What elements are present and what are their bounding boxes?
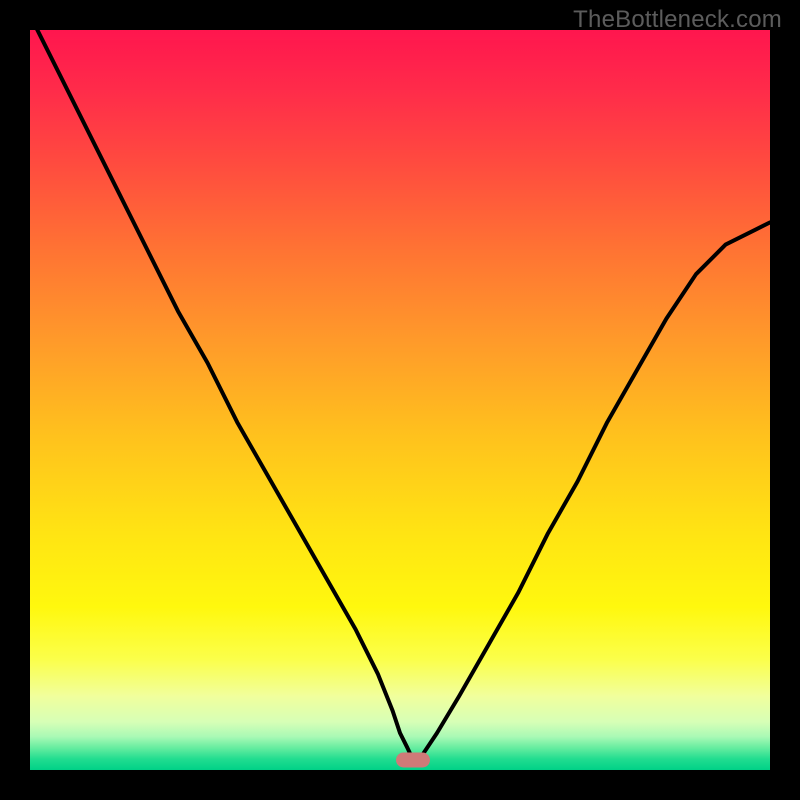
watermark-label: TheBottleneck.com	[573, 6, 782, 34]
plot-area	[30, 30, 770, 770]
minimum-marker	[396, 752, 430, 767]
chart-frame: TheBottleneck.com	[0, 0, 800, 800]
bottleneck-curve	[30, 30, 770, 770]
